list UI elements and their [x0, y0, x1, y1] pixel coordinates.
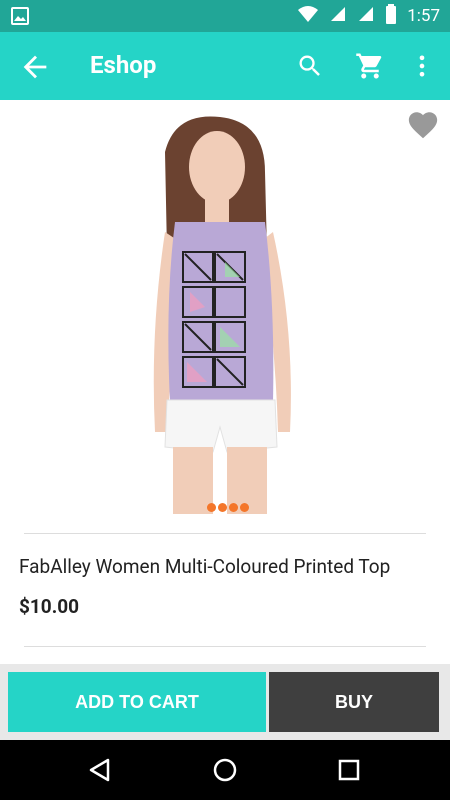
buy-button[interactable]: BUY — [269, 672, 439, 732]
add-to-cart-button[interactable]: ADD TO CART — [8, 672, 266, 732]
wifi-icon — [297, 5, 319, 27]
carousel-dot[interactable] — [207, 503, 216, 512]
nav-home-icon[interactable] — [209, 754, 241, 786]
signal-icon-2 — [357, 5, 375, 27]
carousel-dot[interactable] — [240, 503, 249, 512]
back-arrow-icon[interactable] — [18, 50, 52, 84]
app-bar: Eshop — [0, 32, 450, 100]
status-bar: 1:57 — [0, 0, 450, 32]
product-title: FabAlley Women Multi-Coloured Printed To… — [19, 555, 391, 578]
nav-back-icon[interactable] — [84, 754, 116, 786]
carousel-dot[interactable] — [229, 503, 238, 512]
signal-icon — [329, 5, 347, 27]
product-image[interactable] — [95, 102, 360, 514]
heart-icon[interactable] — [406, 108, 440, 142]
app-title: Eshop — [90, 51, 157, 79]
more-vert-icon[interactable] — [405, 49, 439, 83]
nav-recents-icon[interactable] — [333, 754, 365, 786]
system-nav-bar — [0, 740, 450, 800]
carousel-indicator — [207, 503, 249, 512]
image-notification-icon — [10, 6, 30, 30]
status-icons: 1:57 — [297, 0, 440, 32]
status-time: 1:57 — [407, 6, 440, 26]
search-icon[interactable] — [293, 49, 327, 83]
carousel-dot[interactable] — [218, 503, 227, 512]
battery-icon — [385, 4, 397, 28]
divider — [24, 646, 426, 647]
cart-icon[interactable] — [353, 49, 387, 83]
divider — [24, 533, 426, 534]
product-price: $10.00 — [19, 595, 80, 618]
action-bar: ADD TO CART BUY — [0, 664, 450, 740]
